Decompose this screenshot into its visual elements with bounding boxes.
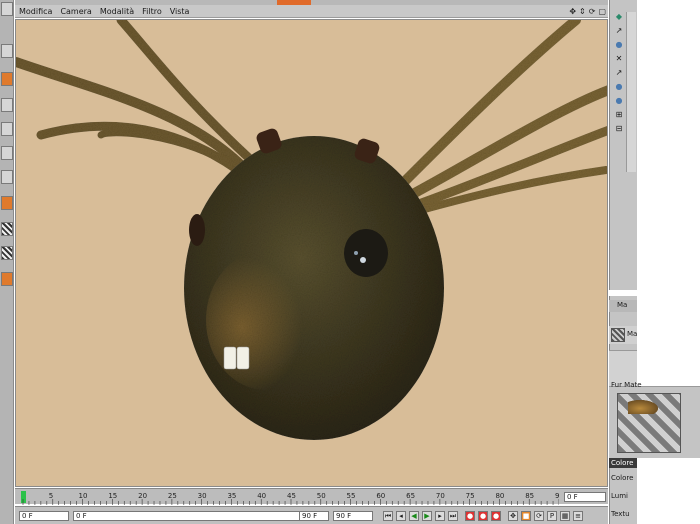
interpolation-icon[interactable]: ≡ — [573, 511, 583, 521]
record-button[interactable]: ● — [465, 511, 475, 521]
timeline-tick-label: 75 — [466, 492, 475, 500]
timeline-tick-label: 50 — [317, 492, 326, 500]
left-toolbar — [0, 0, 14, 524]
grid-tool-icon[interactable] — [1, 44, 13, 58]
material-header: Ma — [609, 300, 637, 312]
left-antennae — [16, 20, 256, 175]
timeline-tick-label: 65 — [406, 492, 415, 500]
sphere-object-icon[interactable]: ● — [614, 40, 624, 50]
fur-preview-swatch — [628, 400, 658, 414]
tag-icon[interactable]: ↗ — [614, 26, 624, 36]
menu-item-modalita[interactable]: Modalità — [100, 5, 134, 18]
timeline-tick-label: 55 — [347, 492, 356, 500]
timeline-tick-label: 85 — [525, 492, 534, 500]
timeline-tick-label: 45 — [287, 492, 296, 500]
3d-viewport[interactable] — [15, 19, 608, 487]
arrow-tool-icon[interactable] — [1, 72, 13, 86]
material-preview — [617, 393, 681, 453]
material-option-colore[interactable]: Colore — [611, 474, 637, 482]
timeline-ruler[interactable]: 5 10 15 20 25 30 35 40 45 50 55 60 65 70 75 80 85 90 — [19, 489, 559, 505]
material-channel-label: Colore — [609, 458, 637, 468]
points-tool-icon[interactable] — [1, 98, 13, 112]
keyframe-selection-button[interactable]: ● — [491, 511, 501, 521]
go-to-start-button[interactable]: ⏮ — [383, 511, 393, 521]
object-tool-icon[interactable] — [1, 2, 13, 16]
viewport-menubar: Modifica Camera Modalità Filtro Vista ✥ … — [15, 5, 608, 18]
timeline-tick-label: 90 — [555, 492, 559, 500]
timeline-tick-label: 70 — [436, 492, 445, 500]
next-key-button[interactable]: ▸ — [435, 511, 445, 521]
material-option-texture[interactable]: Textu — [611, 510, 637, 518]
pla-key-icon[interactable]: ▦ — [560, 511, 570, 521]
rendered-scene — [16, 20, 607, 440]
timeline-tick-label: 30 — [198, 492, 207, 500]
current-frame-field[interactable]: 0 F — [564, 492, 606, 502]
menu-item-filtro[interactable]: Filtro — [142, 5, 162, 18]
zoom-icon[interactable]: ⇕ — [579, 5, 586, 18]
go-to-end-button[interactable]: ⏭ — [448, 511, 458, 521]
sphere-object-icon-3[interactable]: ● — [614, 96, 624, 106]
play-backward-button[interactable]: ◀ — [409, 511, 419, 521]
material-preview-panel: Fur Mate — [609, 381, 700, 458]
move-icon[interactable]: ✥ — [569, 5, 576, 18]
menu-item-vista[interactable]: Vista — [170, 5, 190, 18]
end-frame-field[interactable]: 90 F — [333, 511, 373, 521]
timeline-tick-label: 15 — [108, 492, 117, 500]
rotate-icon[interactable]: ⟳ — [589, 5, 596, 18]
expand-icon[interactable]: ⊞ — [614, 110, 624, 120]
position-key-icon[interactable]: ✥ — [508, 511, 518, 521]
bone-tool-icon[interactable] — [1, 272, 13, 286]
view-navigation: ✥ ⇕ ⟳ ▢ — [569, 5, 606, 18]
start-frame-field[interactable]: 0 F — [19, 511, 69, 521]
play-button[interactable]: ▶ — [422, 511, 432, 521]
scale-key-icon[interactable]: ■ — [521, 511, 531, 521]
left-ear — [189, 214, 205, 246]
menu-item-camera[interactable]: Camera — [60, 5, 91, 18]
material-name: Ma — [627, 330, 637, 338]
timeline-tick-label: 20 — [138, 492, 147, 500]
timeline-tick-label: 60 — [376, 492, 385, 500]
edges-tool-icon[interactable] — [1, 122, 13, 136]
creature-eye — [344, 229, 388, 277]
polygons-tool-icon[interactable] — [1, 146, 13, 160]
preview-range-slider[interactable]: 0 F — [73, 511, 313, 521]
expand-icon-2[interactable]: ⊟ — [614, 124, 624, 134]
object-manager-scrollbar[interactable] — [626, 12, 636, 172]
parameter-key-icon[interactable]: P — [547, 511, 557, 521]
preview-end-field[interactable]: 90 F — [299, 511, 329, 521]
null-object-icon[interactable]: ◆ — [614, 12, 624, 22]
autokey-button[interactable]: ● — [478, 511, 488, 521]
sphere-object-icon-2[interactable]: ● — [614, 82, 624, 92]
previous-key-button[interactable]: ◂ — [396, 511, 406, 521]
creature-head — [184, 136, 444, 440]
timeline-tick-label: 40 — [257, 492, 266, 500]
timeline[interactable]: 5 10 15 20 25 30 35 40 45 50 55 60 65 70 75 80 85 90 0 F — [15, 488, 608, 505]
texture-tool-icon[interactable] — [1, 196, 13, 210]
timeline-tick-label: 80 — [495, 492, 504, 500]
material-label: Fur Mate — [611, 381, 642, 389]
right-antennae — [396, 20, 607, 214]
tag-icon-2[interactable]: ↗ — [614, 68, 624, 78]
rotation-key-icon[interactable]: ⟳ — [534, 511, 544, 521]
timeline-playhead[interactable] — [21, 491, 26, 503]
material-option-luminanza[interactable]: Lumi — [611, 492, 637, 500]
transport-bar: 0 F 0 F 90 F 90 F ⏮ ◂ ◀ ▶ ▸ ⏭ ● ● ● ✥ ■ … — [15, 506, 608, 524]
timeline-tick-label: 35 — [227, 492, 236, 500]
material-list-item[interactable]: Ma — [609, 326, 637, 344]
checker-tool-icon[interactable] — [1, 222, 13, 236]
timeline-tick-label: 5 — [49, 492, 53, 500]
hair-object-icon[interactable]: ✕ — [614, 54, 624, 64]
uv-tool-icon[interactable] — [1, 246, 13, 260]
timeline-tick-label: 25 — [168, 492, 177, 500]
model-tool-icon[interactable] — [1, 170, 13, 184]
menu-item-modifica[interactable]: Modifica — [19, 5, 52, 18]
material-thumbnail — [611, 328, 625, 342]
timeline-tick-label: 10 — [79, 492, 88, 500]
maximize-icon[interactable]: ▢ — [598, 5, 606, 18]
